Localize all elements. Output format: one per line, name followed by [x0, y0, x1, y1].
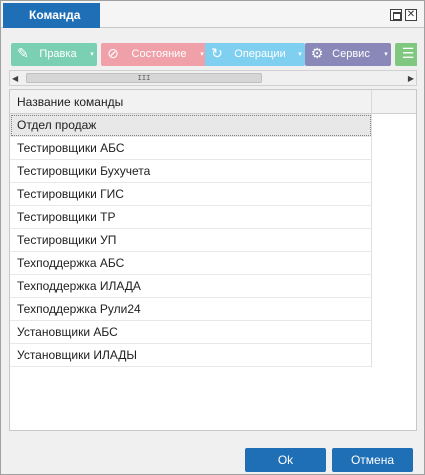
table-row[interactable]: Тестировщики АБС: [10, 137, 372, 160]
operations-label: Операции: [234, 48, 286, 60]
table-row[interactable]: Отдел продаж: [10, 114, 372, 137]
table-row[interactable]: Техподдержка АБС: [10, 252, 372, 275]
edit-menu-button[interactable]: ✎ Правка ▾: [11, 43, 97, 66]
state-label: Состояние: [131, 48, 187, 60]
grid-header: Название команды: [10, 90, 416, 114]
table-row[interactable]: Техподдержка Рули24: [10, 298, 372, 321]
cancel-button[interactable]: Отмена: [332, 448, 413, 472]
table-row[interactable]: Тестировщики ТР: [10, 206, 372, 229]
table-row[interactable]: Тестировщики УП: [10, 229, 372, 252]
extra-menu-button[interactable]: ☰: [395, 43, 417, 66]
service-label: Сервис: [332, 48, 370, 60]
scrollbar-thumb[interactable]: III: [26, 73, 262, 83]
column-header-name[interactable]: Название команды: [10, 90, 372, 114]
teams-grid: Название команды Отдел продаж Тестировщи…: [9, 89, 417, 431]
table-row[interactable]: Техподдержка ИЛАДА: [10, 275, 372, 298]
dialog-title: Команда: [3, 3, 100, 28]
service-menu-button[interactable]: ⚙ Сервис ▾: [305, 43, 391, 66]
operations-menu-button[interactable]: ↻ Операции ▾: [205, 43, 305, 66]
scroll-right-icon[interactable]: ▶: [402, 72, 414, 85]
state-menu-button[interactable]: ⊘ Состояние ▾: [101, 43, 207, 66]
list-icon: ☰: [401, 46, 415, 62]
table-row[interactable]: Тестировщики Бухучета: [10, 160, 372, 183]
chevron-down-icon: ▾: [90, 50, 94, 58]
maximize-button[interactable]: [390, 9, 402, 21]
table-row[interactable]: Тестировщики ГИС: [10, 183, 372, 206]
table-row[interactable]: Установщики АБС: [10, 321, 372, 344]
grid-rows: Отдел продаж Тестировщики АБС Тестировщи…: [10, 114, 372, 367]
close-button[interactable]: ✕: [405, 9, 417, 21]
chevron-down-icon: ▾: [384, 50, 388, 58]
dialog-window: Команда ✕ ✎ Правка ▾ ⊘ Состояние ▾ ↻ Опе…: [0, 0, 425, 475]
scroll-left-icon[interactable]: ◀: [12, 72, 24, 85]
title-bar: Команда ✕: [1, 1, 424, 28]
chevron-down-icon: ▾: [298, 50, 302, 58]
toolbar: ✎ Правка ▾ ⊘ Состояние ▾ ↻ Операции ▾ ⚙ …: [9, 41, 417, 68]
edit-label: Правка: [39, 48, 77, 60]
ok-button[interactable]: Ok: [245, 448, 326, 472]
table-row[interactable]: Установщики ИЛАДЫ: [10, 344, 372, 367]
toolbar-scrollbar[interactable]: ◀ III ▶: [9, 70, 417, 86]
